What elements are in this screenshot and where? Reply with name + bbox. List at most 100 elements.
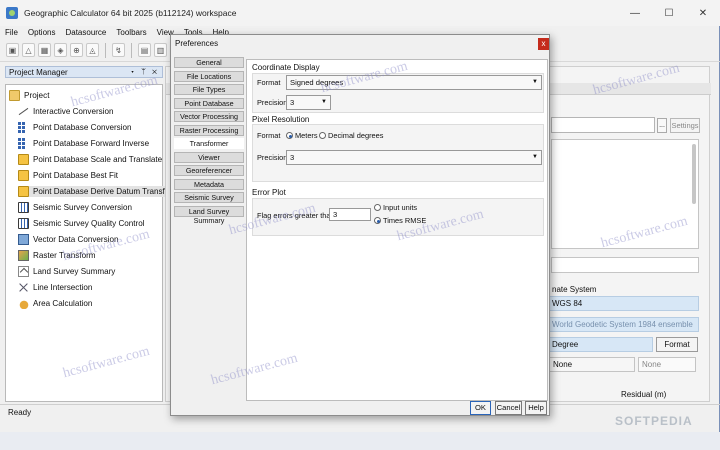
coordinate-precision-select[interactable]: 3 ▼ (286, 95, 331, 110)
grid-icon (18, 122, 29, 133)
menu-options[interactable]: Options (23, 28, 61, 37)
pixel-precision-select[interactable]: 3 ▼ (286, 150, 542, 165)
precision-label: Precision (257, 98, 288, 107)
browse-button[interactable]: ... (657, 118, 667, 133)
close-window-button[interactable]: ✕ (686, 0, 720, 26)
tree-item[interactable]: Seismic Survey Conversion (18, 202, 132, 213)
yellow-icon (18, 154, 29, 165)
nav-metadata[interactable]: Metadata (174, 178, 244, 190)
nav-georeferencer[interactable]: Georeferencer (174, 165, 244, 176)
status-text: Ready (8, 408, 32, 417)
menu-toolbars[interactable]: Toolbars (111, 28, 151, 37)
triangle-icon[interactable]: ◬ (86, 43, 99, 57)
tree-item-label: Area Calculation (33, 299, 93, 308)
vector-icon (18, 234, 29, 245)
pointdb-icon[interactable]: ▦ (38, 43, 51, 57)
yellow-icon (18, 186, 29, 197)
tree-item[interactable]: Line Intersection (18, 282, 92, 293)
radio-selected-icon (374, 217, 381, 224)
path-icon[interactable]: ↯ (112, 43, 125, 57)
format-button[interactable]: Format (656, 337, 698, 352)
nav-seismic-survey[interactable]: Seismic Survey (174, 192, 244, 203)
radio-unselected-icon (319, 132, 326, 139)
table-icon[interactable]: ▤ (138, 43, 151, 57)
cancel-button[interactable]: Cancel (495, 401, 522, 415)
tree-item[interactable]: Point Database Conversion (18, 122, 132, 133)
tree-item-label: Line Intersection (33, 283, 93, 292)
tree-item-label: Point Database Derive Datum Transform (33, 187, 179, 196)
close-icon[interactable]: x (538, 38, 549, 50)
application-window: Geographic Calculator 64 bit 2025 (b1121… (0, 0, 720, 450)
seismic-icon (18, 202, 29, 213)
land-icon (18, 266, 29, 277)
meters-radio[interactable]: Meters (286, 131, 318, 140)
compass-icon[interactable]: ⊕ (70, 43, 83, 57)
tree-item-label: Point Database Best Fit (33, 171, 119, 180)
decimal-degrees-radio[interactable]: Decimal degrees (319, 131, 383, 140)
help-button[interactable]: Help (525, 401, 547, 415)
tree-root[interactable]: Project (9, 90, 49, 101)
menu-file[interactable]: File (0, 28, 23, 37)
coordinate-display-title: Coordinate Display (252, 63, 320, 72)
menu-datasource[interactable]: Datasource (60, 28, 111, 37)
scrollbar[interactable] (692, 144, 696, 204)
tree-item[interactable]: Seismic Survey Quality Control (18, 218, 145, 229)
nav-viewer[interactable]: Viewer (174, 151, 244, 163)
nav-file-locations[interactable]: File Locations (174, 70, 244, 82)
degree-field[interactable]: Degree (549, 337, 653, 352)
window-controls: — ☐ ✕ (618, 0, 720, 26)
none-field[interactable]: None (638, 357, 696, 372)
nav-transformer[interactable]: Transformer (174, 138, 244, 149)
tree-item[interactable]: Land Survey Summary (18, 266, 115, 277)
nav-point-database[interactable]: Point Database (174, 97, 244, 109)
nav-vector-processing[interactable]: Vector Processing (174, 111, 244, 122)
tree-item-label: Seismic Survey Quality Control (33, 219, 145, 228)
tree-item-label: Point Database Scale and Translate (33, 155, 163, 164)
input-units-label: Input units (383, 203, 418, 212)
chevron-down-icon: ▼ (532, 79, 538, 85)
tree-item-label: Land Survey Summary (33, 267, 116, 276)
wgs-description-field[interactable]: World Geodetic System 1984 ensemble (549, 317, 699, 332)
tree-item[interactable]: Point Database Best Fit (18, 170, 118, 181)
maximize-button[interactable]: ☐ (652, 0, 686, 26)
dialog-title: Preferences (175, 39, 219, 48)
flag-errors-input[interactable]: 3 (329, 208, 371, 221)
folder-icon (9, 90, 20, 101)
app-icon (6, 7, 18, 19)
pixel-precision-value: 3 (290, 153, 295, 162)
tree-item[interactable]: Point Database Scale and Translate (18, 154, 162, 165)
line-icon (18, 106, 29, 117)
nav-land-survey-summary[interactable]: Land Survey Summary (174, 205, 244, 225)
seismic-icon (18, 218, 29, 229)
tree-item-label: Point Database Forward Inverse (33, 139, 150, 148)
input-units-radio[interactable]: Input units (374, 203, 417, 212)
area-icon (18, 298, 29, 309)
ok-button[interactable]: OK (470, 401, 491, 415)
toolbar-separator (105, 42, 106, 58)
pixel-resolution-group: Format Meters Decimal degrees Precision … (252, 124, 544, 182)
right-pane-field[interactable] (551, 257, 699, 273)
none-field[interactable]: None (549, 357, 635, 372)
warning-icon[interactable]: △ (22, 43, 35, 57)
settings-button[interactable]: Settings (670, 118, 700, 133)
layers-icon[interactable]: ▥ (154, 43, 167, 57)
residual-header: Residual (m) (621, 390, 667, 399)
tree-item-selected[interactable]: Point Database Derive Datum Transform (18, 186, 179, 197)
precision-label: Precision (257, 153, 288, 162)
taskbar (0, 432, 720, 450)
tree-item-label: Seismic Survey Conversion (33, 203, 132, 212)
nav-general[interactable]: General (174, 57, 244, 68)
nav-raster-processing[interactable]: Raster Processing (174, 124, 244, 136)
wgs-field[interactable]: WGS 84 (549, 296, 699, 311)
pixel-resolution-title: Pixel Resolution (252, 115, 310, 124)
grid-icon (18, 138, 29, 149)
right-pane-input[interactable] (551, 117, 655, 133)
nav-file-types[interactable]: File Types (174, 84, 244, 95)
new-project-icon[interactable]: ▣ (6, 43, 19, 57)
tree-item[interactable]: Point Database Forward Inverse (18, 138, 149, 149)
tree-item[interactable]: Area Calculation (18, 298, 92, 309)
vector-icon[interactable]: ◈ (54, 43, 67, 57)
meters-label: Meters (295, 131, 318, 140)
minimize-button[interactable]: — (618, 0, 652, 26)
tree-item[interactable]: Interactive Conversion (18, 106, 114, 117)
